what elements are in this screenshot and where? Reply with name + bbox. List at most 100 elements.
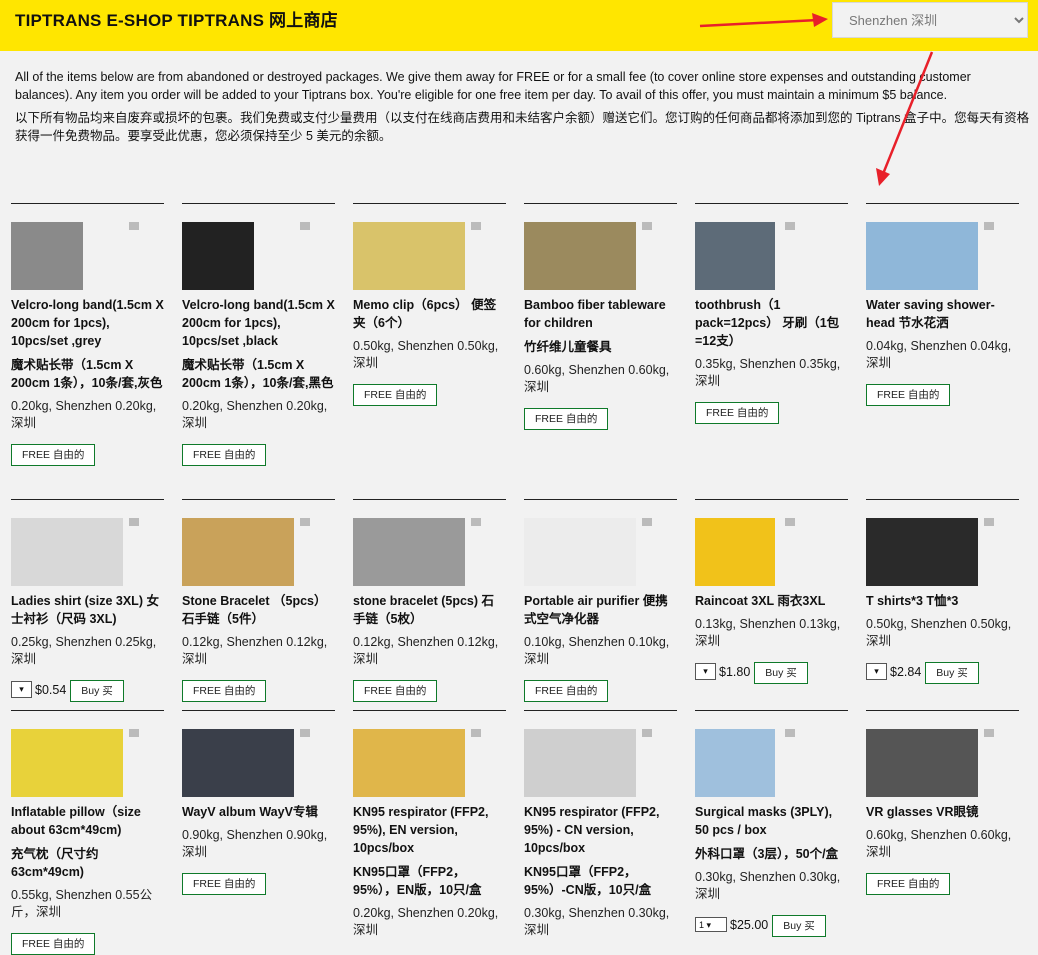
thumb-mini-icon[interactable] [984,729,994,737]
product-title[interactable]: Bamboo fiber tableware for children [524,296,677,332]
product-image[interactable] [524,518,636,586]
product-thumb-wrap [524,729,677,797]
thumb-mini-icon[interactable] [129,222,139,230]
product-title[interactable]: KN95 respirator (FFP2, 95%) - CN version… [524,803,677,857]
buy-button[interactable]: Buy 买 [70,680,124,702]
free-button[interactable]: FREE 自由的 [182,873,267,895]
product-card: stone bracelet (5pcs) 石手链（5枚） 0.12kg, She… [353,499,506,702]
buy-button[interactable]: Buy 买 [925,662,979,684]
buy-button[interactable]: Buy 买 [772,915,826,937]
thumb-mini-icon[interactable] [785,729,795,737]
thumb-mini-icon[interactable] [300,222,310,230]
product-thumb-wrap [353,222,506,290]
product-thumb-wrap [695,518,848,586]
product-price: $0.54 [35,682,67,697]
free-button[interactable]: FREE 自由的 [524,680,609,702]
product-title[interactable]: Ladies shirt (size 3XL) 女士衬衫（尺码 3XL) [11,592,164,628]
thumb-mini-icon[interactable] [471,518,481,526]
header-bar: TIPTRANS E-SHOP TIPTRANS 网上商店 Shenzhen 深… [0,0,1038,51]
product-image[interactable] [695,222,775,290]
thumb-mini-icon[interactable] [642,222,652,230]
product-card: KN95 respirator (FFP2, 95%), EN version,… [353,710,506,951]
product-card: Raincoat 3XL 雨衣3XL 0.13kg, Shenzhen 0.13k… [695,499,848,684]
product-title[interactable]: Inflatable pillow（size about 63cm*49cm) [11,803,164,839]
thumb-mini-icon[interactable] [785,222,795,230]
quantity-select[interactable]: 1 ▾ [695,917,727,933]
product-image[interactable] [182,729,294,797]
product-title[interactable]: Stone Bracelet （5pcs） 石手链（5件） [182,592,335,628]
quantity-select[interactable]: ▾ [11,681,32,699]
quantity-select[interactable]: ▾ [866,663,887,681]
product-image[interactable] [182,222,254,290]
product-image[interactable] [695,729,775,797]
intro-english: All of the items below are from abandone… [15,70,971,102]
product-title[interactable]: KN95 respirator (FFP2, 95%), EN version,… [353,803,506,857]
product-image[interactable] [866,518,978,586]
free-button[interactable]: FREE 自由的 [695,402,780,424]
product-title[interactable]: Surgical masks (3PLY), 50 pcs / box [695,803,848,839]
product-meta: 0.20kg, Shenzhen 0.20kg, 深圳 [11,399,157,430]
product-thumb-wrap [695,729,848,797]
free-button[interactable]: FREE 自由的 [353,680,438,702]
product-image[interactable] [353,222,465,290]
free-button[interactable]: FREE 自由的 [524,408,609,430]
free-button[interactable]: FREE 自由的 [353,384,438,406]
product-thumb-wrap [866,222,1019,290]
free-button[interactable]: FREE 自由的 [182,680,267,702]
product-image[interactable] [353,518,465,586]
product-title[interactable]: toothbrush（1 pack=12pcs） 牙刷（1包=12支） [695,296,848,350]
product-title-zh: 充气枕（尺寸约63cm*49cm) [11,847,99,879]
free-button[interactable]: FREE 自由的 [11,444,96,466]
product-title[interactable]: Memo clip（6pcs） 便签夹（6个） [353,296,506,332]
free-button[interactable]: FREE 自由的 [11,933,96,955]
thumb-mini-icon[interactable] [471,222,481,230]
product-title[interactable]: T shirts*3 T恤*3 [866,592,1019,610]
product-thumb-wrap [353,729,506,797]
product-image[interactable] [524,729,636,797]
thumb-mini-icon[interactable] [984,518,994,526]
thumb-mini-icon[interactable] [642,518,652,526]
product-meta: 0.13kg, Shenzhen 0.13kg, 深圳 [695,617,841,648]
arrow-head-grid [876,168,890,186]
product-card: WayV album WayV专辑 0.90kg, Shenzhen 0.90kg… [182,710,335,895]
thumb-mini-icon[interactable] [300,518,310,526]
thumb-mini-icon[interactable] [129,518,139,526]
thumb-mini-icon[interactable] [642,729,652,737]
product-image[interactable] [524,222,636,290]
product-image[interactable] [11,729,123,797]
product-thumb-wrap [866,729,1019,797]
product-thumb-wrap [182,729,335,797]
product-thumb-wrap [182,222,335,290]
thumb-mini-icon[interactable] [471,729,481,737]
product-image[interactable] [182,518,294,586]
product-image[interactable] [11,518,123,586]
product-title-zh: KN95口罩（FFP2，95%）-CN版，10只/盒 [524,865,652,897]
product-title[interactable]: WayV album WayV专辑 [182,803,335,821]
product-title[interactable]: VR glasses VR眼镜 [866,803,1019,821]
product-thumb-wrap [695,222,848,290]
free-button[interactable]: FREE 自由的 [182,444,267,466]
product-title[interactable]: Velcro-long band(1.5cm X 200cm for 1pcs)… [182,296,335,350]
product-title[interactable]: Water saving shower-head 节水花洒 [866,296,1019,332]
product-card: Memo clip（6pcs） 便签夹（6个） 0.50kg, Shenzhen … [353,203,506,406]
free-button[interactable]: FREE 自由的 [866,384,951,406]
buy-button[interactable]: Buy 买 [754,662,808,684]
thumb-mini-icon[interactable] [785,518,795,526]
free-button[interactable]: FREE 自由的 [866,873,951,895]
product-meta: 0.25kg, Shenzhen 0.25kg, 深圳 [11,635,157,666]
product-image[interactable] [11,222,83,290]
thumb-mini-icon[interactable] [984,222,994,230]
product-image[interactable] [866,222,978,290]
product-title[interactable]: stone bracelet (5pcs) 石手链（5枚） [353,592,506,628]
product-image[interactable] [695,518,775,586]
location-select[interactable]: Shenzhen 深圳 [832,2,1028,38]
product-title[interactable]: Raincoat 3XL 雨衣3XL [695,592,848,610]
product-image[interactable] [353,729,465,797]
product-image[interactable] [866,729,978,797]
thumb-mini-icon[interactable] [129,729,139,737]
product-title-zh: 竹纤维儿童餐具 [524,340,612,354]
product-title[interactable]: Portable air purifier 便携式空气净化器 [524,592,677,628]
quantity-select[interactable]: ▾ [695,663,716,681]
thumb-mini-icon[interactable] [300,729,310,737]
product-title[interactable]: Velcro-long band(1.5cm X 200cm for 1pcs)… [11,296,164,350]
